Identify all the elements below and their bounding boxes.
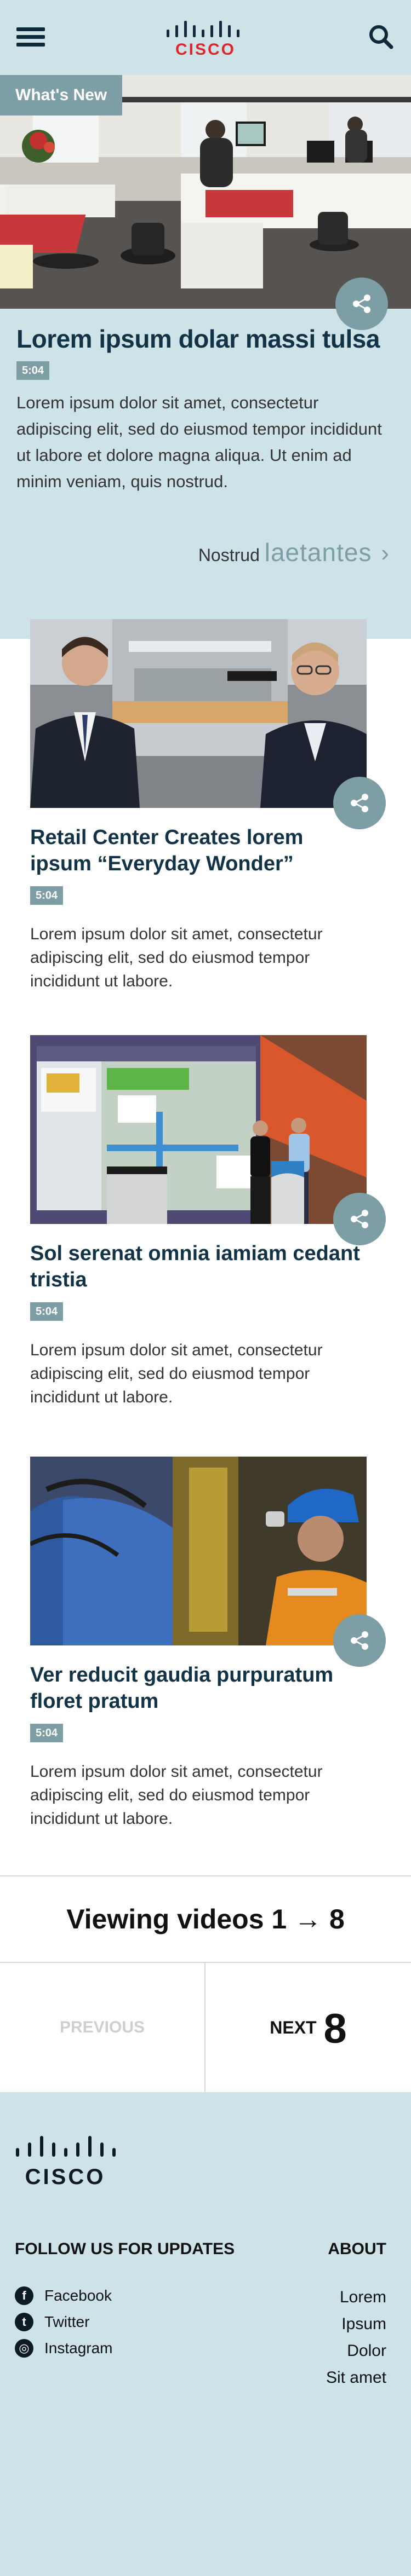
chevron-right-icon: ›: [381, 540, 389, 567]
hero-cta-link[interactable]: Nostrud laetantes ›: [198, 538, 389, 567]
hero-section: What's New Lorem ipsum dolar massi tulsa…: [0, 75, 411, 639]
share-icon: [351, 1631, 368, 1650]
about-heading: ABOUT: [328, 2240, 386, 2258]
share-icon: [353, 294, 370, 313]
logo-text: CISCO: [175, 41, 236, 58]
cisco-logo[interactable]: CISCO: [165, 16, 246, 58]
video-card: Ver reducit gaudia purpuratum floret pra…: [0, 1457, 411, 1840]
site-footer: CISCO FOLLOW US FOR UPDATES ABOUT f Face…: [0, 2092, 411, 2576]
about-link-dolor[interactable]: Dolor: [326, 2337, 386, 2364]
about-links: Lorem Ipsum Dolor Sit amet: [326, 2284, 386, 2391]
duration-badge: 5:04: [30, 1302, 64, 1321]
hero-title[interactable]: Lorem ipsum dolar massi tulsa: [16, 324, 395, 354]
social-link-facebook[interactable]: f Facebook: [15, 2283, 113, 2309]
site-header: CISCO: [0, 0, 411, 75]
share-button[interactable]: [333, 1614, 386, 1667]
share-icon: [351, 794, 368, 812]
instagram-icon: ◎: [15, 2339, 33, 2358]
video-thumbnail[interactable]: [30, 1457, 367, 1645]
previous-button: PREVIOUS: [0, 1963, 206, 2092]
mall-interview-image: [30, 619, 367, 808]
next-button[interactable]: NEXT 8: [206, 1963, 411, 2092]
search-icon[interactable]: [368, 24, 393, 49]
about-link-sit-amet[interactable]: Sit amet: [326, 2364, 386, 2391]
video-title[interactable]: Retail Center Creates lorem ipsum “Every…: [30, 824, 370, 877]
video-thumbnail[interactable]: [30, 619, 367, 808]
about-link-lorem[interactable]: Lorem: [326, 2284, 386, 2311]
next-label: NEXT: [270, 2018, 317, 2037]
about-link-ipsum[interactable]: Ipsum: [326, 2311, 386, 2337]
video-description: Lorem ipsum dolor sit amet, consectetur …: [30, 1341, 323, 1406]
social-link-twitter[interactable]: t Twitter: [15, 2309, 113, 2335]
viewing-videos-label: Viewing videos 1 → 8: [0, 1875, 411, 1963]
video-card: Retail Center Creates lorem ipsum “Every…: [0, 619, 411, 1002]
duration-badge: 5:04: [16, 361, 50, 380]
social-label: Twitter: [44, 2313, 90, 2330]
hero-description: Lorem ipsum dolor sit amet, consectetur …: [16, 393, 382, 491]
industrial-worker-image: [30, 1457, 367, 1645]
next-page-number: 8: [323, 2005, 347, 2052]
video-card: Sol serenat omnia iamiam cedant tristia …: [0, 1035, 411, 1429]
footer-logo-text: CISCO: [25, 2165, 106, 2188]
twitter-icon: t: [15, 2313, 33, 2331]
social-label: Facebook: [44, 2287, 112, 2304]
social-link-instagram[interactable]: ◎ Instagram: [15, 2335, 113, 2361]
navigation-demo-image: [30, 1035, 367, 1224]
social-links: f Facebook t Twitter ◎ Instagram: [15, 2283, 113, 2361]
video-thumbnail[interactable]: [30, 1035, 367, 1224]
video-title[interactable]: Ver reducit gaudia purpuratum floret pra…: [30, 1662, 370, 1714]
hero-share-button[interactable]: [335, 278, 388, 330]
facebook-icon: f: [15, 2286, 33, 2305]
hamburger-menu-icon[interactable]: [16, 27, 45, 47]
video-description: Lorem ipsum dolor sit amet, consectetur …: [30, 1763, 323, 1828]
share-button[interactable]: [333, 777, 386, 829]
pagination: PREVIOUS NEXT 8: [0, 1963, 411, 2092]
video-description: Lorem ipsum dolor sit amet, consectetur …: [30, 925, 323, 990]
share-icon: [351, 1210, 368, 1228]
whats-new-label: What's New: [0, 75, 123, 115]
duration-badge: 5:04: [30, 886, 64, 905]
social-label: Instagram: [44, 2340, 113, 2356]
cisco-footer-logo[interactable]: CISCO: [15, 2132, 122, 2188]
duration-badge: 5:04: [30, 1724, 64, 1742]
share-button[interactable]: [333, 1193, 386, 1245]
follow-heading: FOLLOW US FOR UPDATES: [15, 2240, 235, 2258]
video-title[interactable]: Sol serenat omnia iamiam cedant tristia: [30, 1240, 370, 1293]
cta-small-text: Nostrud: [198, 545, 260, 565]
cta-big-text: laetantes: [264, 538, 372, 567]
hero-video-thumbnail[interactable]: What's New: [0, 75, 411, 309]
